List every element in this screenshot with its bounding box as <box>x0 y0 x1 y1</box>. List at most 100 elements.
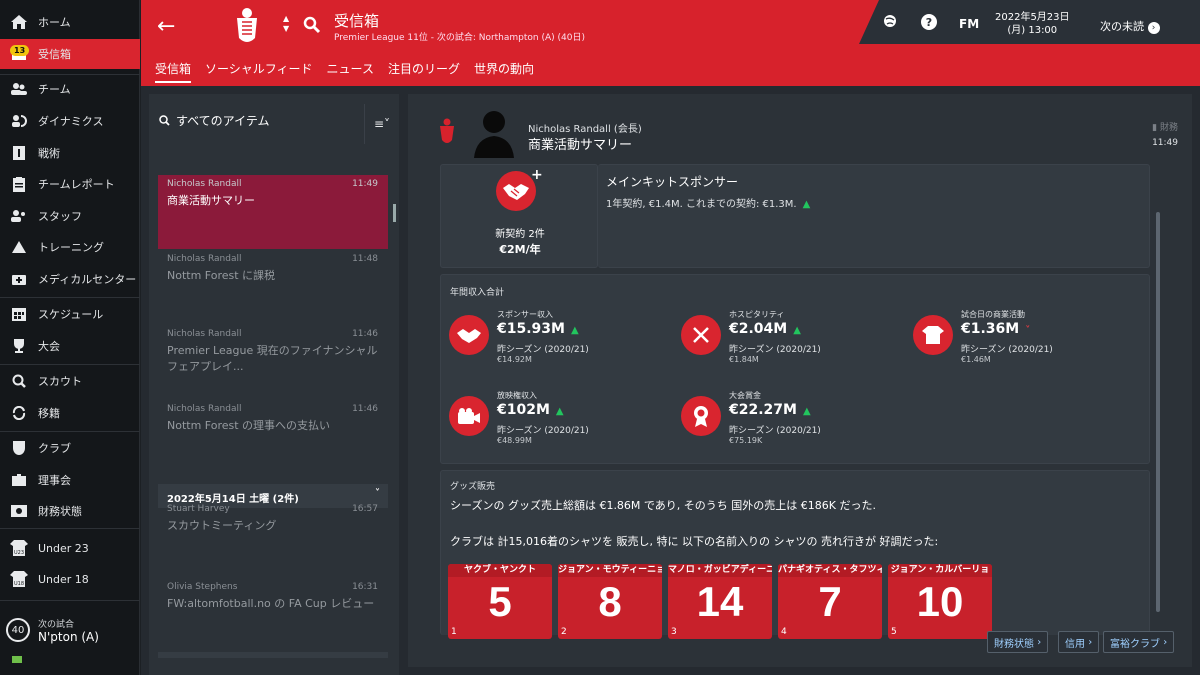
sidebar-item-under23[interactable]: U23 Under 23 <box>0 533 140 563</box>
sidebar-item-label: クラブ <box>38 442 71 455</box>
shirt-card[interactable]: ジョアン・モウティーニョ 8 2 <box>558 564 662 639</box>
finances-button[interactable]: 財務状態 › <box>987 631 1049 653</box>
sidebar-item-scout[interactable]: スカウト <box>0 366 140 396</box>
sidebar: ホーム 13 受信箱 チーム ダイナミクス 戦術 チームレポート スタッフ トレ… <box>0 0 140 675</box>
sidebar-item-club[interactable]: クラブ <box>0 433 140 463</box>
tag-icon: ▮ <box>1152 123 1158 133</box>
message-from: Stuart Harvey <box>167 504 230 514</box>
sidebar-item-label: 受信箱 <box>38 48 71 61</box>
sidebar-item-label: 戦術 <box>38 147 60 160</box>
shirt-card[interactable]: ヤクブ・ヤンクト 5 1 <box>448 564 552 639</box>
tab-world-trends[interactable]: 世界の動向 <box>474 60 534 83</box>
sidebar-item-competitions[interactable]: 大会 <box>0 331 140 361</box>
list-menu-icon: ≡˅ <box>373 117 391 131</box>
sidebar-item-team-report[interactable]: チームレポート <box>0 169 140 199</box>
tab-social-feed[interactable]: ソーシャルフィード <box>205 60 313 83</box>
shirt-number: 7 <box>818 578 842 625</box>
sidebar-item-label: 大会 <box>38 340 60 353</box>
world-icon[interactable] <box>883 14 897 31</box>
message-tag: ▮ 財務 <box>1152 120 1178 133</box>
message-time: 16:31 <box>352 582 378 592</box>
message-header: Nicholas Randall (会長) 商業活動サマリー ▮ 財務 11:4… <box>438 108 1178 158</box>
handshake-plus-icon <box>496 171 536 211</box>
new-contracts-card: + 新契約 2件 €2M/年 <box>440 164 598 268</box>
sidebar-item-training[interactable]: トレーニング <box>0 232 140 262</box>
page-subtitle: Premier League 11位 - 次の試合: Northampton (… <box>334 33 585 43</box>
sidebar-item-staff[interactable]: スタッフ <box>0 201 140 231</box>
sidebar-item-inbox[interactable]: 13 受信箱 <box>0 39 140 69</box>
stat-value: €15.93M ▲ <box>497 321 579 337</box>
search-icon[interactable] <box>303 16 321 34</box>
sponsor-detail: 1年契約, €1.4M. これまでの契約: €1.3M. <box>606 199 797 210</box>
handshake-icon <box>449 315 489 355</box>
next-unread-button[interactable]: 次の未読 › <box>1100 18 1160 34</box>
prev-next-arrows[interactable]: ▲ ▼ <box>283 14 289 34</box>
calendar-icon <box>0 307 38 321</box>
shirt-icon <box>913 315 953 355</box>
fm-menu-button[interactable]: FM <box>959 17 979 31</box>
stat-value: €22.27M ▲ <box>729 402 811 418</box>
tab-inbox[interactable]: 受信箱 <box>155 60 192 83</box>
sponsor-text: 1年契約, €1.4M. これまでの契約: €1.3M. ▲ <box>606 195 810 210</box>
medical-icon <box>0 273 38 285</box>
rich-clubs-button[interactable]: 富裕クラブ › <box>1103 631 1175 653</box>
inbox-message[interactable]: Stuart Harvey 16:57 スカウトミーティング <box>158 500 388 570</box>
unread-badge: 13 <box>10 45 30 56</box>
shirt-card[interactable]: パナギオティス・タフツィ… 7 4 <box>778 564 882 639</box>
sidebar-item-label: 財務状態 <box>38 505 82 518</box>
staff-icon <box>0 210 38 222</box>
inbox-scrollbar[interactable] <box>393 204 396 222</box>
income-stat: 試合日の商業活動 €1.36M ˅ 昨シーズン (2020/21) €1.46M <box>913 309 1133 364</box>
dynamics-icon <box>0 114 38 128</box>
shirt-card[interactable]: ジョアン・カルバーリョ 10 5 <box>888 564 992 639</box>
sidebar-item-tactics[interactable]: 戦術 <box>0 138 140 168</box>
sidebar-item-home[interactable]: ホーム <box>0 7 140 37</box>
sidebar-item-schedule[interactable]: スケジュール <box>0 299 140 329</box>
shirt-number: 14 <box>696 578 744 625</box>
sidebar-item-dynamics[interactable]: ダイナミクス <box>0 106 140 136</box>
sidebar-item-transfer[interactable]: 移籍 <box>0 398 140 428</box>
sidebar-item-under18[interactable]: U18 Under 18 <box>0 564 140 594</box>
sidebar-item-label: チームレポート <box>38 178 115 191</box>
shirt-player-name: ジョアン・カルバーリョ <box>888 564 992 577</box>
shirt-card[interactable]: マノロ・ガッビアディーニ 14 3 <box>668 564 772 639</box>
message-subject: FW:altomfotball.no の FA Cup レビュー <box>167 597 375 610</box>
club-crest-icon <box>237 8 257 42</box>
inbox-message[interactable]: Nicholas Randall 11:48 Nottm Forest に課税 <box>158 250 388 324</box>
shirt-rank: 1 <box>451 627 457 637</box>
stat-amount: €2.04M <box>729 321 788 337</box>
next-match[interactable]: 40 次の試合 N'pton (A) <box>0 610 140 650</box>
tab-news[interactable]: ニュース <box>327 60 374 83</box>
stat-value: €1.36M ˅ <box>961 321 1030 337</box>
credit-button[interactable]: 信用 › <box>1058 631 1100 653</box>
inbox-message[interactable]: Nicholas Randall 11:49 商業活動サマリー <box>158 175 388 249</box>
inbox-icon: 13 <box>0 45 38 60</box>
message-from: Nicholas Randall <box>167 254 242 264</box>
new-contracts-count: 新契約 2件 <box>495 229 545 240</box>
inbox-message[interactable]: Nicholas Randall 11:46 Premier League 現在… <box>158 325 388 399</box>
search-label: すべてのアイテム <box>176 114 270 128</box>
tactics-icon <box>0 146 38 160</box>
message-from: Nicholas Randall <box>167 329 242 339</box>
message-subject: Nottm Forest の理事への支払い <box>167 419 331 432</box>
sidebar-item-team[interactable]: チーム <box>0 74 140 104</box>
inbox-message[interactable]: Nicholas Randall 11:46 Nottm Forest の理事へ… <box>158 400 388 474</box>
sidebar-item-finance[interactable]: 財務状態 <box>0 496 140 526</box>
shirt-rank: 3 <box>671 627 677 637</box>
inbox-message[interactable]: Olivia Stephens 16:31 FW:altomfotball.no… <box>158 578 388 652</box>
stat-prev-value: €48.99M <box>497 436 532 445</box>
filter-menu-button[interactable]: ≡˅ <box>364 104 399 144</box>
help-icon[interactable]: ? <box>921 14 937 33</box>
stat-prev-label: 昨シーズン (2020/21) <box>729 426 821 436</box>
sidebar-item-board[interactable]: 理事会 <box>0 465 140 495</box>
detail-scrollbar[interactable] <box>1156 212 1160 612</box>
medal-icon <box>681 396 721 436</box>
stat-prev-label: 昨シーズン (2020/21) <box>497 426 589 436</box>
back-arrow-icon[interactable]: ← <box>157 14 175 39</box>
sidebar-item-medical[interactable]: メディカルセンター <box>0 264 140 294</box>
inbox-filter-search[interactable]: すべてのアイテム <box>159 112 269 129</box>
stat-amount: €1.36M <box>961 321 1020 337</box>
tab-featured-leagues[interactable]: 注目のリーグ <box>388 60 460 83</box>
shirt-player-name: ジョアン・モウティーニョ <box>558 564 662 577</box>
shirt-rank: 2 <box>561 627 567 637</box>
